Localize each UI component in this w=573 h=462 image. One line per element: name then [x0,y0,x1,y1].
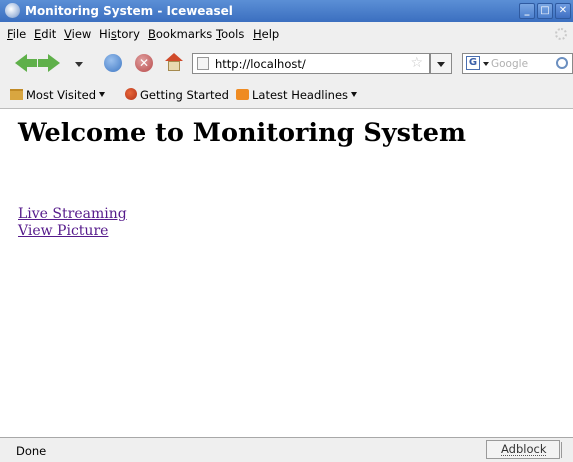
menu-view[interactable]: View [64,27,91,41]
menu-file[interactable]: File [7,27,26,41]
throbber-icon [555,28,567,40]
maximize-button[interactable]: □ [537,3,553,19]
folder-icon [10,89,23,100]
menu-bar: File Edit View History Bookmarks Tools H… [0,22,573,46]
menu-help[interactable]: Help [253,27,279,41]
search-input[interactable] [491,56,547,71]
url-bar[interactable]: http://localhost/ ☆ [192,53,430,74]
window-title: Monitoring System - Iceweasel [25,4,233,18]
bookmarks-toolbar: Most Visited Getting Started Latest Head… [0,82,573,109]
minimize-button[interactable]: _ [519,3,535,19]
search-icon[interactable] [556,57,568,69]
rss-icon [236,89,249,100]
url-dropdown-button[interactable] [430,53,452,74]
firefox-icon [125,88,137,100]
back-arrow-icon[interactable] [15,54,37,72]
url-text[interactable]: http://localhost/ [215,56,306,72]
menu-bookmarks[interactable]: Bookmarks [148,27,212,41]
menu-tools[interactable]: Tools [216,27,244,41]
live-streaming-link[interactable]: Live Streaming [18,206,127,222]
site-identity-icon[interactable] [197,57,209,70]
resize-grip[interactable] [561,442,572,458]
chevron-down-icon [351,92,358,97]
history-dropdown-icon[interactable] [75,62,83,67]
bookmark-getting-started[interactable]: Getting Started [125,88,229,102]
home-icon[interactable] [165,53,183,71]
page-title: Welcome to Monitoring System [18,118,466,148]
close-button[interactable]: ✕ [555,3,571,19]
menu-edit[interactable]: Edit [34,27,56,41]
browser-window: Monitoring System - Iceweasel _ □ ✕ File… [0,0,573,462]
stop-icon[interactable]: ✕ [135,54,153,72]
engine-dropdown-icon[interactable] [483,62,489,66]
navigation-toolbar: ✕ http://localhost/ ☆ G [0,46,573,82]
adblock-label[interactable]: Adblock [501,443,547,456]
bookmark-latest-headlines[interactable]: Latest Headlines [236,88,358,102]
reload-icon[interactable] [104,54,122,72]
bookmark-star-icon[interactable]: ☆ [410,55,423,72]
status-text: Done [16,444,47,458]
forward-arrow-icon[interactable] [38,54,60,72]
status-bar: Done Adblock [0,437,573,462]
title-bar: Monitoring System - Iceweasel _ □ ✕ [0,0,573,22]
google-icon[interactable]: G [466,56,480,70]
bookmark-most-visited[interactable]: Most Visited [10,88,105,102]
page-content: Welcome to Monitoring System Live Stream… [0,109,573,436]
iceweasel-app-icon [5,3,20,18]
chevron-down-icon [99,92,105,97]
menu-history[interactable]: History [99,27,140,41]
view-picture-link[interactable]: View Picture [18,223,108,239]
adblock-panel[interactable]: Adblock [486,440,560,459]
search-box[interactable]: G [462,53,573,74]
